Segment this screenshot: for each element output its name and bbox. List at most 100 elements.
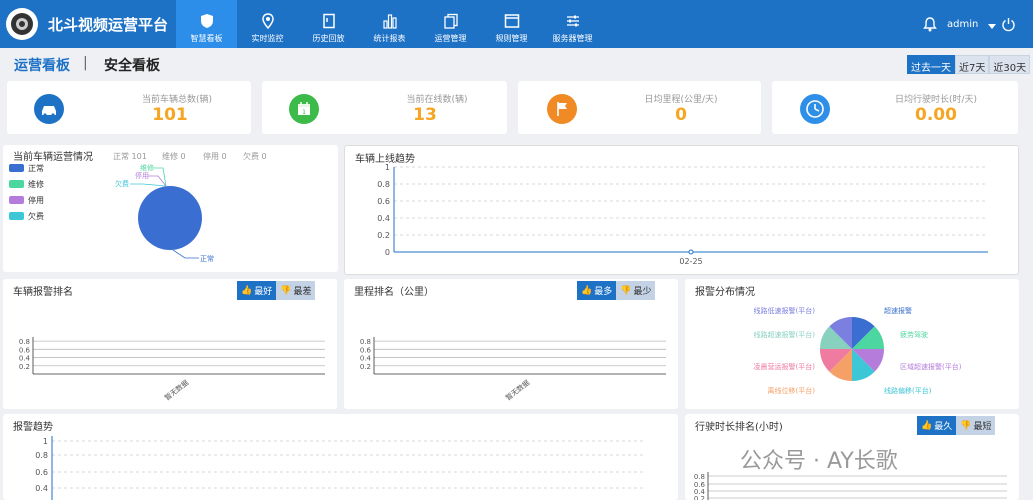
- y-tick-label: 0.2: [377, 231, 390, 240]
- stat-value: 13: [413, 105, 437, 125]
- time-range-selector: 过去一天 近7天 近30天: [907, 55, 1031, 74]
- y-tick-label: 0.8: [694, 473, 705, 481]
- pie-label: 停用: [135, 171, 149, 180]
- top-bar: 北斗视频运营平台 智慧看板 实时监控 历史回放 统计报表 运营管理 规则管理 服…: [0, 0, 1033, 48]
- nav-label: 智慧看板: [190, 34, 223, 43]
- calendar-icon: 1: [289, 94, 319, 124]
- power-icon[interactable]: [1001, 17, 1016, 32]
- svg-text:1: 1: [302, 109, 306, 116]
- nav-item-monitor[interactable]: 实时监控: [237, 0, 298, 48]
- stat-value: 101: [152, 105, 188, 125]
- mileage-rank-panel: 里程排名（公里） 👍 最多 👎 最少 0.2 0.4 0.6 0.8 暂无数据: [344, 279, 678, 409]
- logo-icon: [6, 8, 38, 40]
- range-7days-button[interactable]: 近7天: [955, 55, 990, 74]
- range-past-day-button[interactable]: 过去一天: [907, 55, 955, 74]
- y-tick-label: 0: [385, 248, 390, 257]
- legend-swatch: [9, 180, 24, 188]
- alarm-trend-line-chart: 0.4 0.6 0.8 1: [35, 436, 646, 500]
- pie-label: 线路偏移(平台): [884, 386, 932, 395]
- nav-label: 历史回放: [312, 34, 345, 43]
- y-tick-label: 0.4: [19, 355, 31, 363]
- nav-label: 运营管理: [434, 34, 467, 43]
- legend-label: 正常: [28, 164, 44, 173]
- stat-label: 日均里程(公里/天): [644, 95, 718, 105]
- stat-card-duration: 日均行驶时长(时/天) 0.00: [772, 81, 1018, 134]
- legend-label: 停用: [28, 195, 44, 205]
- nav-label: 统计报表: [373, 34, 406, 43]
- label-line: [130, 183, 167, 187]
- legend-swatch: [9, 164, 24, 172]
- sliders-icon: [566, 15, 579, 27]
- nav-item-playback[interactable]: 历史回放: [298, 0, 359, 48]
- nav-label: 规则管理: [495, 34, 528, 43]
- alarm-trend-panel: 报警趋势 0.4 0.6 0.8 1: [3, 414, 678, 500]
- stat-card-total: 当前车辆总数(辆) 101: [7, 81, 251, 134]
- stat-value: 0.00: [915, 105, 957, 125]
- online-trend-line-chart: 0 0.2 0.4 0.6 0.8 1 02-25: [377, 163, 988, 266]
- pie-label: 离线位移(平台): [768, 386, 816, 395]
- bell-icon[interactable]: [923, 17, 937, 32]
- window-icon: [504, 14, 519, 28]
- label-line: [172, 249, 199, 259]
- nav-item-operations[interactable]: 运营管理: [420, 0, 481, 48]
- pie-label: 疲劳驾驶: [900, 330, 928, 339]
- legend-label: 维修: [28, 179, 44, 189]
- pie-slice: [138, 186, 202, 250]
- stat-card-mileage: 日均里程(公里/天) 0: [518, 81, 761, 134]
- y-tick-label: 1: [385, 163, 390, 172]
- stat-label: 当前车辆总数(辆): [141, 95, 213, 105]
- map-pin-icon: [261, 13, 274, 29]
- vehicle-ops-pie-chart: 正常维修停用欠费维修停用欠费正常: [9, 163, 214, 263]
- vehicle-ops-panel: 当前车辆运营情况 正常 101 维修 0 停用 0 欠费 0 正常 维修 停用 欠费维…: [3, 145, 338, 272]
- nav-label: 实时监控: [251, 34, 284, 43]
- x-tick-label: 暂无数据: [163, 378, 191, 402]
- nav-item-rules[interactable]: 规则管理: [481, 0, 542, 48]
- alarm-dist-panel: 报警分布情况 超速报警 疲劳驾驶 区域超速报警(平台) 线路偏移(平台) 线路低速报警(…: [685, 279, 1019, 409]
- y-tick-label: 1: [43, 437, 48, 446]
- stat-label: 日均行驶时长(时/天): [894, 95, 978, 105]
- shield-icon: [200, 14, 213, 28]
- bar-chart-icon: [382, 14, 397, 29]
- pie-label: 正常: [200, 254, 214, 263]
- legend-swatch: [9, 212, 24, 220]
- pie-label: 线路低速报警(平台): [754, 306, 816, 315]
- mileage-rank-bar-chart: 0.20.40.60.8 暂无数据: [360, 337, 666, 402]
- legend-label: 欠费: [28, 211, 44, 221]
- pie-label: 线路超速报警(平台): [754, 330, 816, 339]
- stat-value: 0: [675, 105, 687, 125]
- y-tick-label: 0.6: [19, 346, 31, 354]
- nav-label: 服务器管理: [552, 34, 593, 43]
- y-tick-label: 0.4: [35, 484, 48, 493]
- y-tick-label: 0.4: [694, 488, 706, 496]
- y-tick-label: 0.6: [694, 481, 706, 489]
- y-tick-label: 0.8: [360, 338, 371, 346]
- car-icon: [34, 94, 64, 124]
- y-tick-label: 0.8: [19, 338, 30, 346]
- x-tick-label: 暂无数据: [504, 378, 532, 402]
- nav-item-dashboard[interactable]: 智慧看板: [176, 0, 237, 48]
- user-name[interactable]: admin: [947, 19, 978, 30]
- document-icon: [322, 13, 335, 29]
- y-tick-label: 0.2: [360, 363, 371, 371]
- watermark: 公众号 · AY长歌: [740, 449, 898, 474]
- alarm-rank-bar-chart: 0.20.40.60.8 暂无数据: [19, 337, 325, 402]
- alarm-dist-pie-chart: 超速报警疲劳驾驶区域超速报警(平台) 线路偏移(平台) 线路低速报警(平台) 线路超速…: [754, 306, 962, 395]
- online-trend-panel: 车辆上线趋势 0 0.2 0.4 0.6 0.8 1 02-25: [344, 145, 1019, 275]
- y-tick-label: 0.6: [35, 468, 48, 477]
- legend-swatch: [9, 196, 24, 204]
- tab-ops-dashboard[interactable]: 运营看板: [14, 55, 70, 75]
- pie-label: 超速报警: [884, 306, 912, 315]
- range-30days-button[interactable]: 近30天: [989, 55, 1031, 74]
- nav-item-servers[interactable]: 服务器管理: [542, 0, 603, 48]
- nav-item-reports[interactable]: 统计报表: [359, 0, 420, 48]
- tab-separator: |: [83, 55, 88, 71]
- clock-icon: [800, 94, 830, 124]
- tab-safety-dashboard[interactable]: 安全看板: [104, 55, 160, 75]
- y-tick-label: 0.6: [360, 346, 372, 354]
- flag-icon: [547, 94, 577, 124]
- y-tick-label: 0.2: [19, 363, 30, 371]
- chevron-down-icon[interactable]: [988, 24, 996, 29]
- pie-label: 凌晨营运报警(平台): [754, 362, 816, 371]
- copy-icon: [443, 13, 458, 29]
- main-nav: 智慧看板 实时监控 历史回放 统计报表 运营管理 规则管理 服务器管理: [176, 0, 603, 48]
